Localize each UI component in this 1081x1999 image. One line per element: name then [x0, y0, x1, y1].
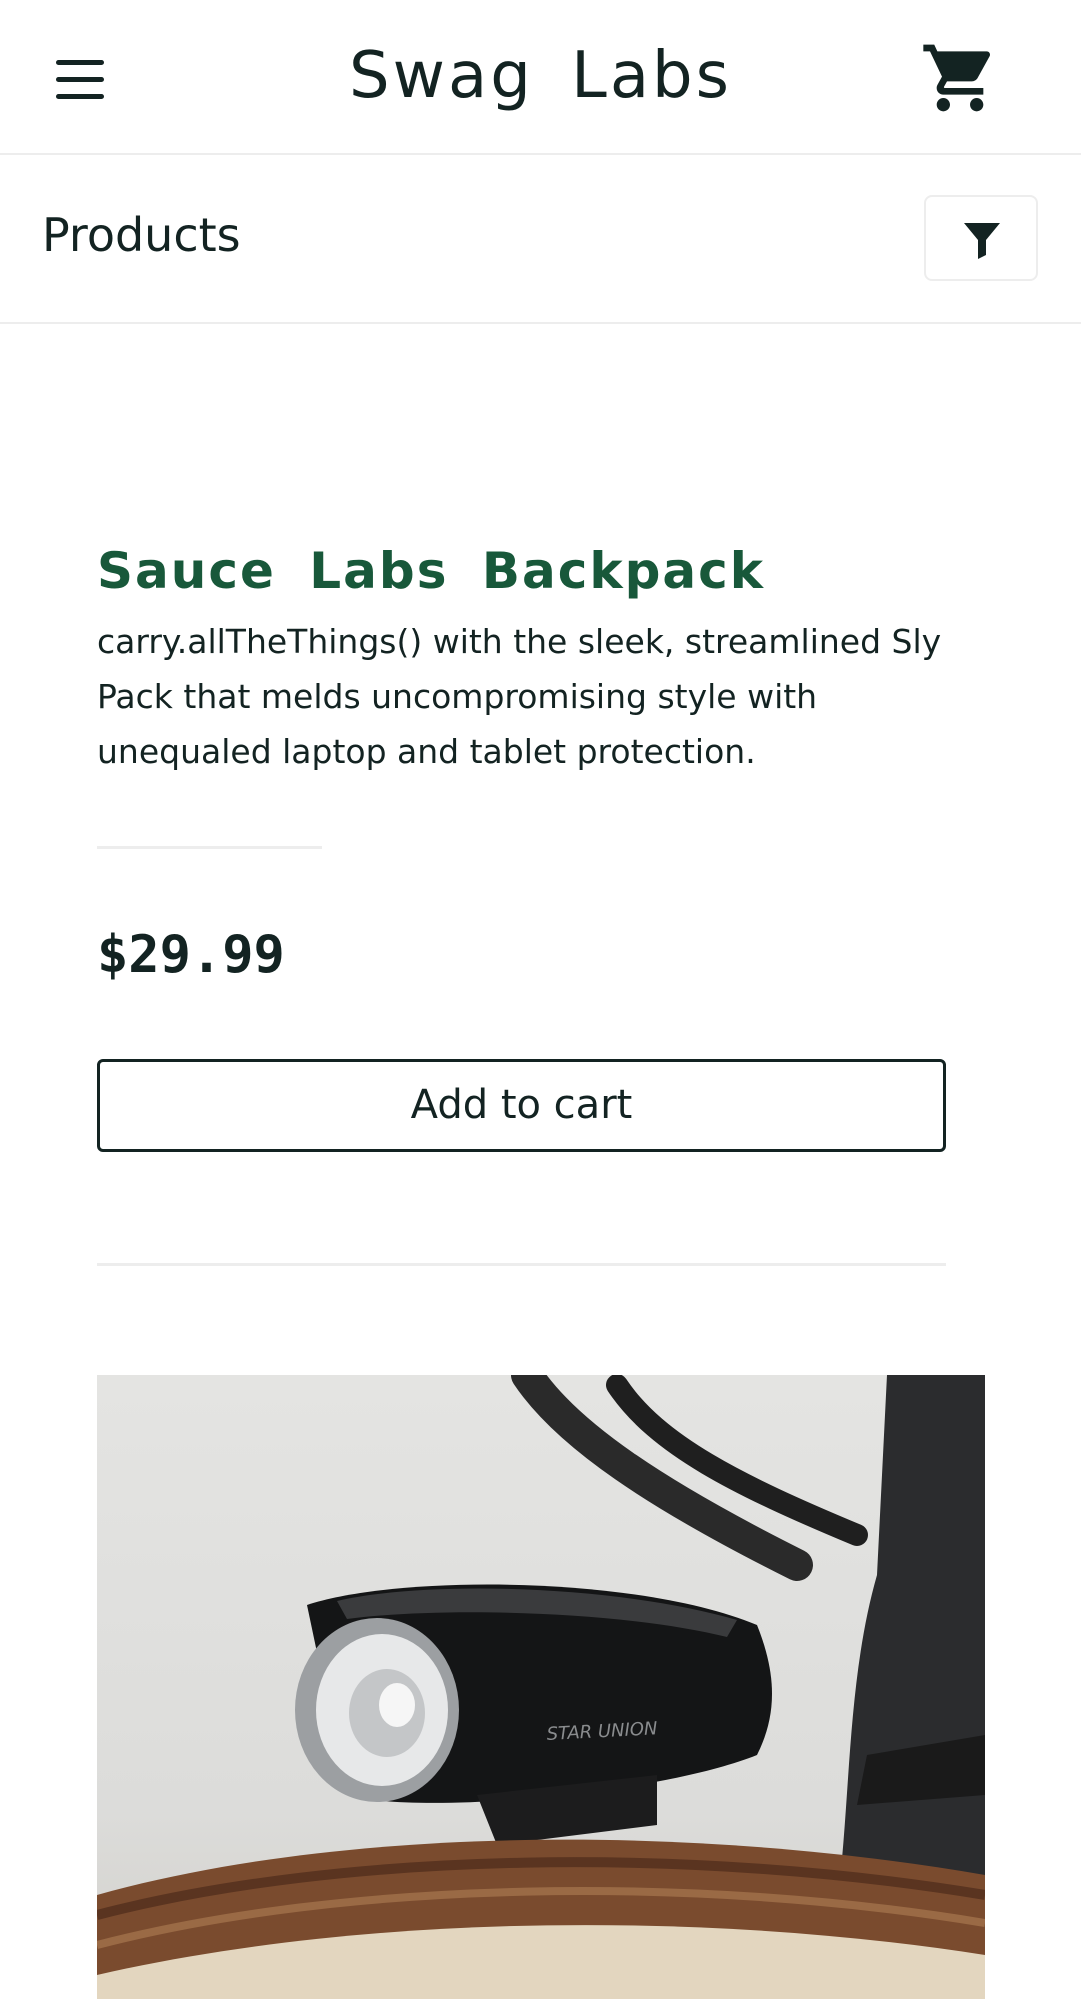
sort-filter-button[interactable] [924, 195, 1038, 281]
menu-bar [56, 94, 104, 99]
menu-bar [56, 60, 104, 65]
product-description: carry.allTheThings() with the sleek, str… [97, 622, 942, 771]
bike-light-image: STAR UNION [97, 1375, 985, 1999]
shopping-cart-icon [923, 44, 991, 112]
filter-funnel-icon [964, 223, 1000, 259]
page-title: Products [42, 208, 241, 262]
shopping-cart-button[interactable] [920, 38, 1000, 118]
app-header: Swag Labs [0, 0, 1081, 155]
product-name-link[interactable]: Sauce Labs Backpack [97, 530, 947, 612]
product-price: $29.99 [97, 925, 285, 985]
hamburger-menu-button[interactable] [50, 52, 110, 108]
divider [97, 846, 322, 849]
products-subheader: Products [0, 155, 1081, 324]
app-logo-title: Swag Labs [349, 39, 732, 113]
product-item: Sauce Labs Backpack carry.allTheThings()… [97, 530, 947, 779]
next-product-image[interactable]: STAR UNION [97, 1375, 985, 1999]
divider [97, 1263, 946, 1266]
menu-bar [56, 77, 104, 82]
add-to-cart-button[interactable]: Add to cart [97, 1059, 946, 1152]
